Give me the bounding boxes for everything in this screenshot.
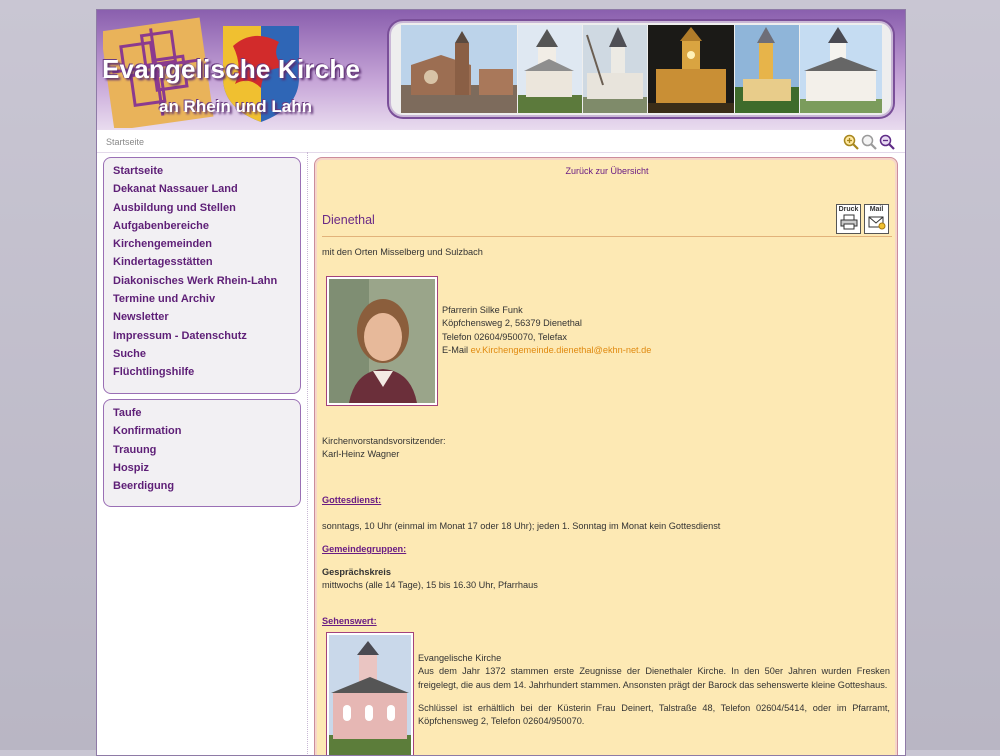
nav-item-dekanat[interactable]: Dekanat Nassauer Land: [113, 180, 300, 198]
nav-item-newsletter[interactable]: Newsletter: [113, 308, 300, 326]
church-title: Evangelische Kirche: [418, 653, 502, 663]
group-block: Gesprächskreis mittwochs (alle 14 Tage),…: [322, 566, 538, 593]
key-text: Schlüssel ist erhältlich bei der Küsteri…: [418, 702, 890, 727]
site-header: Evangelische Kirche an Rhein und Lahn: [97, 10, 905, 130]
nav-item-termine[interactable]: Termine und Archiv: [113, 290, 300, 308]
church-text: Aus dem Jahr 1372 stammen erste Zeugniss…: [418, 666, 890, 690]
print-button[interactable]: Druck: [836, 204, 861, 234]
church-photo-strip: [389, 21, 893, 117]
back-to-overview-link[interactable]: Zurück zur Übersicht: [315, 166, 899, 176]
pastor-email-row: E-Mail ev.Kirchengemeinde.dienethal@ekhn…: [442, 344, 651, 357]
nav-item-startseite[interactable]: Startseite: [113, 162, 300, 180]
nav-item-kirchengemeinden[interactable]: Kirchengemeinden: [113, 235, 300, 253]
zoom-reset-icon[interactable]: [861, 134, 877, 150]
service-text: sonntags, 10 Uhr (einmal im Monat 17 ode…: [322, 521, 721, 531]
groups-heading: Gemeindegruppen:: [322, 544, 407, 554]
nav-item-diakonisches-werk[interactable]: Diakonisches Werk Rhein-Lahn: [113, 272, 300, 290]
nav-item-beerdigung[interactable]: Beerdigung: [113, 477, 300, 495]
council-label: Kirchenvorstandsvorsitzender:: [322, 436, 446, 446]
heading-divider: [322, 236, 892, 237]
pastor-phone: Telefon 02604/950070, Telefax: [442, 331, 567, 342]
page-title: Dienethal: [322, 213, 375, 227]
pastor-email-link[interactable]: ev.Kirchengemeinde.dienethal@ekhn-net.de: [471, 345, 652, 355]
main-navigation: Startseite Dekanat Nassauer Land Ausbild…: [103, 157, 301, 394]
nav-item-taufe[interactable]: Taufe: [113, 404, 300, 422]
printer-icon: [840, 214, 857, 230]
mail-button[interactable]: Mail: [864, 204, 889, 234]
intro-text: mit den Orten Misselberg und Sulzbach: [322, 247, 483, 257]
print-label: Druck: [838, 206, 859, 213]
church-photo-2: [518, 25, 582, 113]
nav-item-ausbildung[interactable]: Ausbildung und Stellen: [113, 199, 300, 217]
nav-item-konfirmation[interactable]: Konfirmation: [113, 422, 300, 440]
church-photo-4: [648, 25, 734, 113]
nav-item-trauung[interactable]: Trauung: [113, 441, 300, 459]
breadcrumb[interactable]: Startseite: [106, 137, 144, 147]
nav-item-fluechtlingshilfe[interactable]: Flüchtlingshilfe: [113, 363, 300, 381]
church-photo-5: [735, 25, 799, 113]
church-photo-1: [401, 25, 517, 113]
email-label: E-Mail: [442, 344, 469, 355]
site-subtitle: an Rhein und Lahn: [159, 97, 312, 116]
council-block: Kirchenvorstandsvorsitzender: Karl-Heinz…: [322, 435, 446, 462]
pastor-contact: Pfarrerin Silke Funk Köpfchensweg 2, 563…: [442, 304, 651, 357]
site-title: Evangelische Kirche: [102, 54, 361, 84]
nav-item-hospiz[interactable]: Hospiz: [113, 459, 300, 477]
life-events-navigation: Taufe Konfirmation Trauung Hospiz Beerdi…: [103, 399, 301, 507]
church-photo-3: [583, 25, 647, 113]
group-name: Gesprächskreis: [322, 567, 391, 577]
mail-label: Mail: [869, 206, 884, 213]
group-text: mittwochs (alle 14 Tage), 15 bis 16.30 U…: [322, 580, 538, 591]
zoom-in-icon[interactable]: [843, 134, 859, 150]
nav-item-kindertagesstaetten[interactable]: Kindertagesstätten: [113, 253, 300, 271]
pastor-name: Pfarrerin Silke Funk: [442, 305, 523, 315]
church-photo: [326, 632, 414, 755]
service-heading: Gottesdienst:: [322, 495, 382, 505]
nav-item-impressum[interactable]: Impressum - Datenschutz: [113, 327, 300, 345]
content-panel: Zurück zur Übersicht Dienethal Druck Mai…: [314, 157, 899, 755]
nav-item-aufgabenbereiche[interactable]: Aufgabenbereiche: [113, 217, 300, 235]
nav-item-suche[interactable]: Suche: [113, 345, 300, 363]
pastor-address: Köpfchensweg 2, 56379 Dienethal: [442, 318, 582, 329]
zoom-tools: [843, 134, 895, 150]
pastor-photo: [326, 276, 438, 406]
council-name: Karl-Heinz Wagner: [322, 449, 400, 460]
sights-heading: Sehenswert:: [322, 616, 377, 626]
church-photo-6: [800, 25, 882, 113]
column-divider: [307, 152, 309, 755]
page: Evangelische Kirche an Rhein und Lahn St…: [96, 9, 906, 756]
church-description: Evangelische Kirche Aus dem Jahr 1372 st…: [418, 652, 890, 728]
zoom-out-icon[interactable]: [879, 134, 895, 150]
breadcrumb-bar: Startseite: [97, 131, 905, 153]
envelope-icon: [868, 216, 885, 230]
